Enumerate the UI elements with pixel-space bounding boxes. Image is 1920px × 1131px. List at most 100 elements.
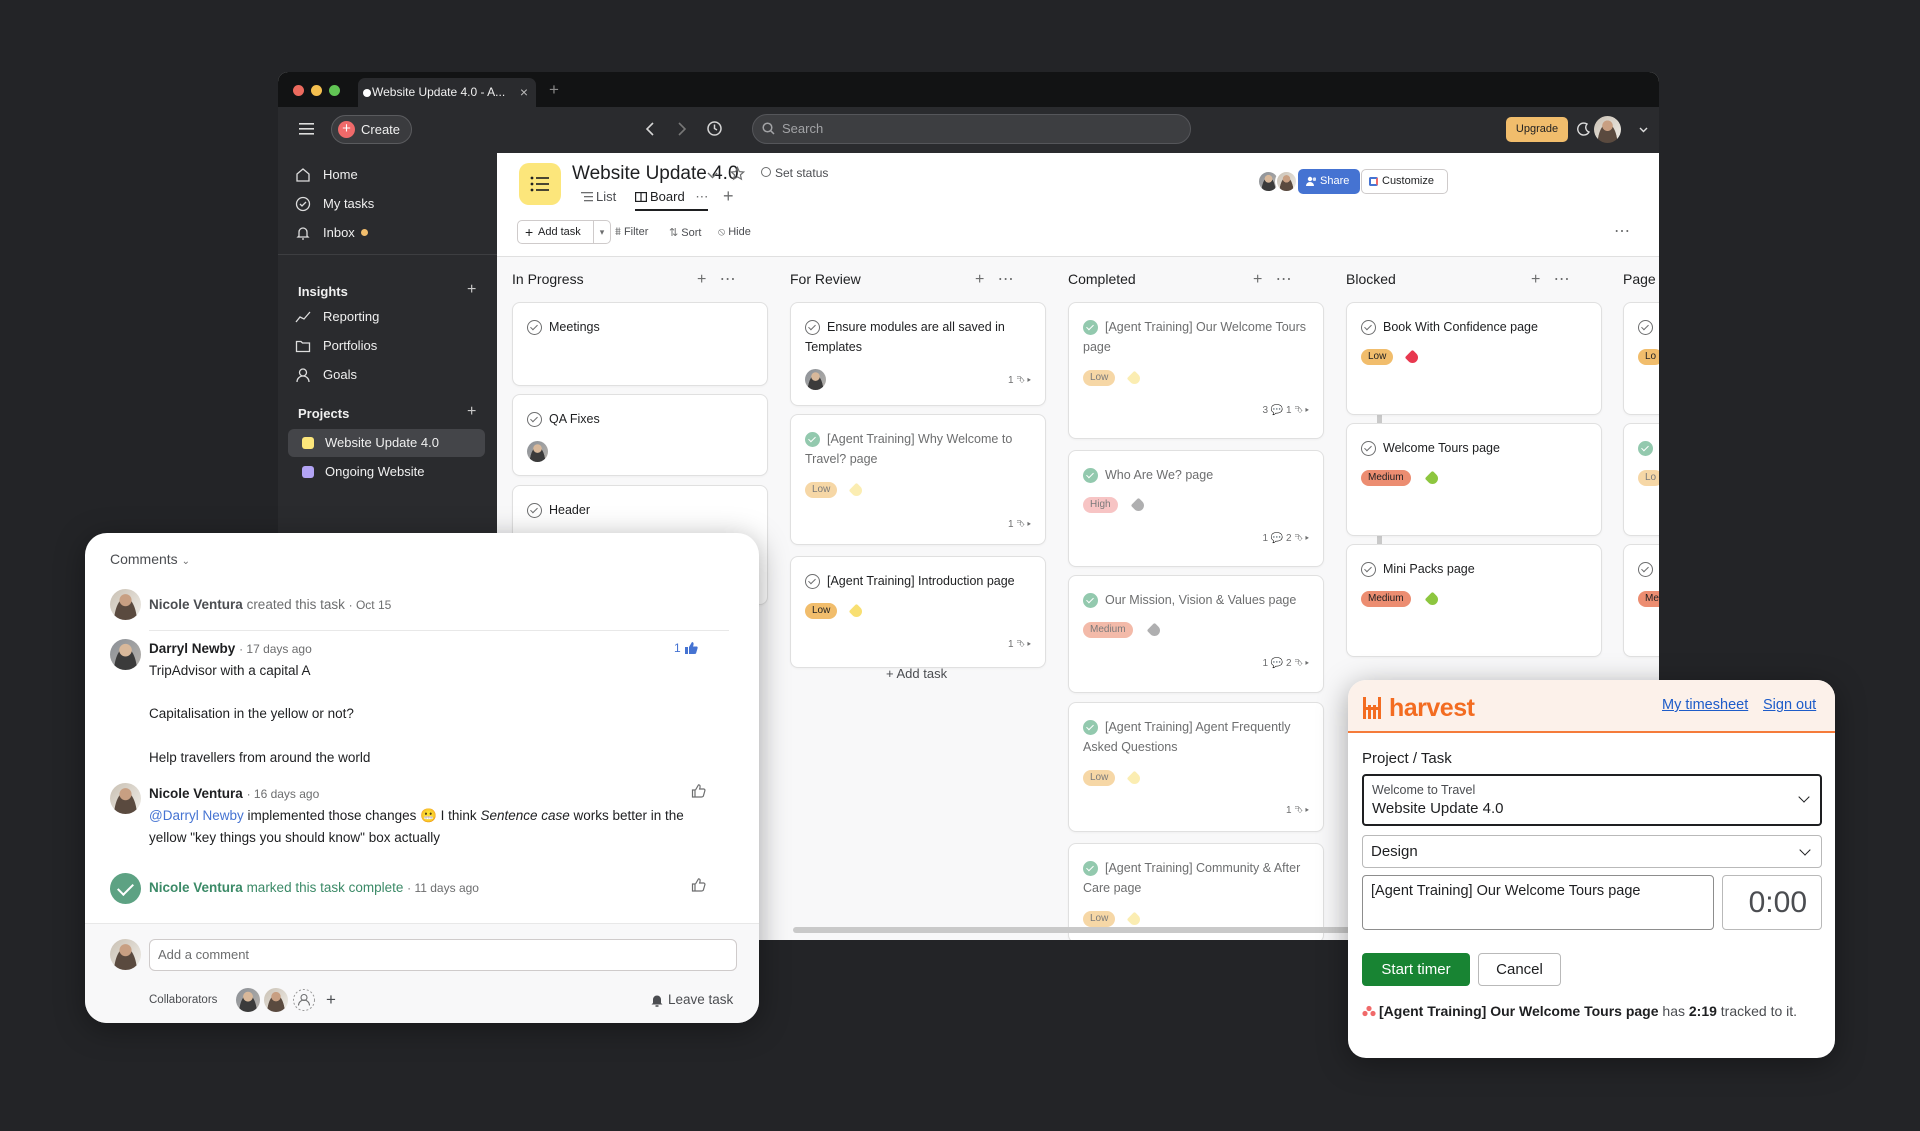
column-actions[interactable]: + ⋯ bbox=[1253, 269, 1292, 289]
forward-arrow-icon[interactable] bbox=[677, 122, 687, 136]
customize-button[interactable]: Customize bbox=[1361, 169, 1448, 194]
add-task-button[interactable]: + Add task bbox=[517, 220, 594, 244]
sidebar-item-home[interactable]: Home bbox=[295, 163, 358, 187]
sidebar-item-my-tasks[interactable]: My tasks bbox=[295, 192, 374, 216]
subtask-count[interactable]: 1 ⮷ ▸ bbox=[1008, 375, 1031, 386]
upgrade-button[interactable]: Upgrade bbox=[1506, 117, 1568, 142]
task-card[interactable]: Mini Packs page Medium bbox=[1346, 544, 1602, 657]
cancel-button[interactable]: Cancel bbox=[1478, 953, 1561, 986]
hamburger-menu-icon[interactable] bbox=[299, 123, 314, 135]
add-collaborator-button[interactable]: + bbox=[326, 990, 336, 1010]
author-name[interactable]: Nicole Ventura bbox=[149, 880, 243, 895]
author-name[interactable]: Darryl Newby bbox=[149, 641, 235, 656]
comments-dropdown[interactable]: Comments ⌄ bbox=[110, 551, 190, 567]
like-button[interactable]: 1 bbox=[674, 641, 698, 655]
theme-toggle-icon[interactable] bbox=[1576, 122, 1591, 137]
user-mention[interactable]: @Darryl Newby bbox=[149, 808, 244, 823]
add-insight-button[interactable]: + bbox=[467, 281, 476, 299]
maximize-window-button[interactable] bbox=[329, 85, 340, 96]
tab-close-icon[interactable]: × bbox=[520, 78, 528, 107]
leave-task-button[interactable]: Leave task bbox=[650, 992, 733, 1007]
assignee-avatar[interactable] bbox=[527, 441, 548, 462]
avatar[interactable] bbox=[110, 589, 141, 620]
member-avatar[interactable] bbox=[1275, 170, 1298, 193]
board-horizontal-scrollbar[interactable] bbox=[793, 927, 1433, 933]
task-card[interactable]: [Agent Training] Introduction page Low 1… bbox=[790, 556, 1046, 668]
task-card[interactable]: [Agent Training] Agent Frequently Asked … bbox=[1068, 702, 1324, 832]
collaborator-avatar[interactable] bbox=[236, 988, 260, 1012]
task-card[interactable]: Ensure modules are all saved in Template… bbox=[790, 302, 1046, 406]
task-select[interactable]: Design bbox=[1362, 835, 1822, 868]
avatar[interactable] bbox=[110, 639, 141, 670]
browser-tab[interactable]: Website Update 4.0 - A... × bbox=[358, 78, 536, 107]
thumbs-up-icon[interactable] bbox=[691, 783, 707, 799]
sidebar-item-reporting[interactable]: Reporting bbox=[295, 305, 379, 329]
notes-field[interactable]: [Agent Training] Our Welcome Tours page bbox=[1362, 875, 1714, 930]
create-button[interactable]: + Create bbox=[331, 115, 412, 144]
task-card[interactable]: Me bbox=[1623, 544, 1659, 657]
sign-out-link[interactable]: Sign out bbox=[1763, 697, 1816, 713]
task-card[interactable]: Lo bbox=[1623, 302, 1659, 415]
add-collaborator-icon[interactable] bbox=[292, 988, 316, 1012]
complete-checkbox[interactable] bbox=[1638, 562, 1653, 577]
add-project-button[interactable]: + bbox=[467, 403, 476, 421]
comment-subtask-count[interactable]: 1 💬 2 ⮷ ▸ bbox=[1262, 533, 1309, 544]
chevron-down-icon[interactable] bbox=[1639, 127, 1648, 133]
set-status-button[interactable]: Set status bbox=[761, 166, 828, 180]
add-task-dropdown-button[interactable]: ▾ bbox=[593, 220, 611, 244]
start-timer-button[interactable]: Start timer bbox=[1362, 953, 1470, 986]
assignee-avatar[interactable] bbox=[805, 369, 826, 390]
sidebar-item-portfolios[interactable]: Portfolios bbox=[295, 334, 377, 358]
back-arrow-icon[interactable] bbox=[645, 122, 655, 136]
avatar[interactable] bbox=[110, 783, 141, 814]
sidebar-item-inbox[interactable]: Inbox bbox=[295, 221, 369, 245]
thumbs-up-icon[interactable] bbox=[691, 877, 707, 893]
close-window-button[interactable] bbox=[293, 85, 304, 96]
sidebar-item-goals[interactable]: Goals bbox=[295, 363, 357, 387]
add-task-in-column-button[interactable]: + Add task bbox=[886, 666, 947, 681]
task-card[interactable]: Book With Confidence page Low bbox=[1346, 302, 1602, 415]
user-avatar[interactable] bbox=[1594, 116, 1621, 143]
my-timesheet-link[interactable]: My timesheet bbox=[1662, 697, 1748, 713]
column-actions[interactable]: + ⋯ bbox=[975, 269, 1014, 289]
sidebar-project-ongoing-website[interactable]: Ongoing Website bbox=[288, 458, 485, 486]
task-card[interactable]: Meetings bbox=[512, 302, 768, 386]
history-icon[interactable] bbox=[706, 120, 723, 137]
comment-subtask-count[interactable]: 1 💬 2 ⮷ ▸ bbox=[1262, 658, 1309, 669]
minimize-window-button[interactable] bbox=[311, 85, 322, 96]
sort-button[interactable]: ⇅ Sort bbox=[669, 226, 701, 239]
subtask-count[interactable]: 1 ⮷ ▸ bbox=[1008, 639, 1031, 650]
author-name[interactable]: Nicole Ventura bbox=[149, 597, 243, 612]
time-input[interactable]: 0:00 bbox=[1722, 875, 1822, 930]
complete-checkbox[interactable] bbox=[1638, 441, 1653, 456]
tab-options-icon[interactable]: ⋯ bbox=[695, 189, 708, 204]
task-card[interactable]: Lo bbox=[1623, 423, 1659, 536]
add-tab-button[interactable]: + bbox=[723, 186, 734, 207]
complete-checkbox[interactable] bbox=[1638, 320, 1653, 335]
more-options-icon[interactable]: ⋯ bbox=[1614, 221, 1631, 241]
filter-button[interactable]: ⩩ Filter bbox=[615, 226, 648, 239]
add-comment-input[interactable]: Add a comment bbox=[149, 939, 737, 971]
star-icon[interactable] bbox=[730, 166, 745, 181]
collaborator-avatar[interactable] bbox=[264, 988, 288, 1012]
subtask-count[interactable]: 1 ⮷ ▸ bbox=[1286, 805, 1309, 816]
task-card[interactable]: QA Fixes bbox=[512, 394, 768, 476]
comment-subtask-count[interactable]: 3 💬 1 ⮷ ▸ bbox=[1262, 405, 1309, 416]
sidebar-project-website-update[interactable]: Website Update 4.0 bbox=[288, 429, 485, 457]
search-input[interactable]: Search bbox=[752, 114, 1191, 144]
project-select[interactable]: Welcome to Travel Website Update 4.0 bbox=[1362, 774, 1822, 826]
new-tab-button[interactable]: + bbox=[549, 78, 559, 102]
project-list-icon[interactable] bbox=[519, 163, 561, 205]
column-actions[interactable]: + ⋯ bbox=[697, 269, 736, 289]
column-actions[interactable]: + ⋯ bbox=[1531, 269, 1570, 289]
tab-list[interactable]: List bbox=[581, 189, 616, 204]
hide-button[interactable]: ⦸ Hide bbox=[718, 226, 751, 239]
task-card[interactable]: Our Mission, Vision & Values page Medium… bbox=[1068, 575, 1324, 693]
share-button[interactable]: Share bbox=[1298, 169, 1360, 194]
task-card[interactable]: [Agent Training] Why Welcome to Travel? … bbox=[790, 414, 1046, 545]
task-card[interactable]: [Agent Training] Our Welcome Tours page … bbox=[1068, 302, 1324, 439]
task-card[interactable]: [Agent Training] Community & After Care … bbox=[1068, 843, 1324, 940]
task-card[interactable]: Who Are We? page High 1 💬 2 ⮷ ▸ bbox=[1068, 450, 1324, 567]
task-card[interactable]: Welcome Tours page Medium bbox=[1346, 423, 1602, 536]
author-name[interactable]: Nicole Ventura bbox=[149, 786, 243, 801]
